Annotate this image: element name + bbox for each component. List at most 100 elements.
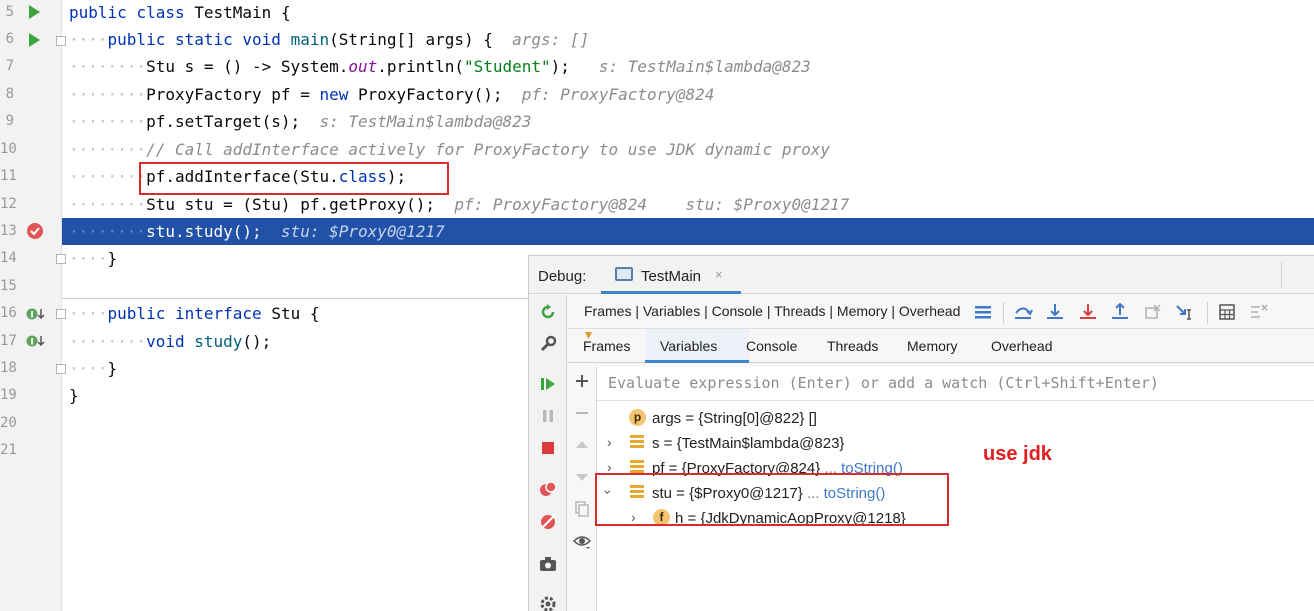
line-number: 20 — [0, 415, 17, 431]
evaluate-icon[interactable] — [1217, 303, 1237, 321]
code-line-9: ········pf.setTarget(s); s: TestMain$lam… — [69, 112, 532, 131]
tab-frames[interactable]: Frames — [583, 338, 630, 354]
highlight-box — [595, 473, 949, 526]
tab-memory[interactable]: Memory — [907, 338, 958, 354]
variable-text: args = {String[0]@822} [] — [652, 410, 817, 427]
debug-header: Debug: TestMain × — [529, 256, 1314, 294]
inline-debug-hint: pf: ProxyFactory@824 — [454, 195, 647, 214]
move-down-icon[interactable] — [573, 468, 591, 486]
step-out-icon[interactable] — [1110, 302, 1130, 321]
drop-frame-icon[interactable] — [1143, 303, 1163, 321]
trace-icon[interactable] — [1249, 303, 1269, 321]
breakpoint-icon[interactable] — [26, 222, 43, 239]
code-line-7: ········Stu s = () -> System.out.println… — [69, 57, 811, 76]
wrench-icon[interactable] — [539, 335, 557, 353]
run-icon[interactable] — [26, 4, 42, 20]
line-number: 21 — [0, 442, 17, 458]
line-number: 5 — [5, 4, 14, 20]
header-divider — [1281, 262, 1282, 288]
console-icon — [615, 267, 633, 281]
line-number: 7 — [5, 58, 14, 74]
step-over-icon[interactable] — [1013, 303, 1033, 321]
annotation-label: use jdk — [983, 443, 1052, 465]
move-up-icon[interactable] — [573, 436, 591, 454]
variable-text: s = {TestMain$lambda@823} — [652, 435, 845, 452]
camera-icon[interactable] — [539, 555, 557, 573]
highlight-box — [139, 162, 449, 195]
field-list-icon — [630, 435, 644, 450]
line-number: 6 — [5, 31, 14, 47]
inline-debug-hint: args: [] — [512, 30, 590, 49]
svg-text:I: I — [30, 311, 33, 321]
tab-threads[interactable]: Threads — [827, 338, 878, 354]
resume-icon[interactable] — [539, 375, 557, 393]
code-line-6: ····public static void main(String[] arg… — [69, 30, 590, 49]
toolbar-tabs-label[interactable]: Frames | Variables | Console | Threads |… — [584, 303, 960, 319]
debug-session-tab[interactable]: TestMain × — [601, 256, 741, 294]
rerun-icon[interactable] — [539, 303, 557, 321]
inline-debug-hint: s: TestMain$lambda@823 — [319, 112, 532, 131]
line-number: 19 — [0, 387, 17, 403]
inline-debug-hint: pf: ProxyFactory@824 — [521, 85, 715, 104]
code-line-14: ····} — [69, 249, 118, 268]
inline-debug-hint: s: TestMain$lambda@823 — [598, 57, 811, 76]
inline-debug-hint: stu: $Proxy0@1217 — [685, 195, 850, 214]
svg-text:I: I — [30, 338, 33, 348]
inline-debug-hint: stu: $Proxy0@1217 — [280, 222, 445, 241]
line-number: 17 — [0, 333, 17, 349]
code-line-17: ········void study(); — [69, 332, 272, 351]
toolbar-separator — [1003, 302, 1004, 324]
code-line-5: public class TestMain { — [69, 3, 291, 22]
stop-icon[interactable] — [539, 439, 557, 457]
debug-left-toolbar — [529, 295, 567, 611]
tab-overhead[interactable]: Overhead — [991, 338, 1052, 354]
implementation-icon[interactable]: I — [26, 333, 45, 349]
implementation-icon[interactable]: I — [26, 306, 45, 322]
code-line-10: ········// Call addInterface actively fo… — [69, 140, 830, 159]
pause-icon[interactable] — [539, 407, 557, 425]
view-breakpoints-icon[interactable] — [539, 480, 557, 498]
run-to-cursor-icon[interactable] — [1175, 303, 1195, 321]
remove-watch-icon[interactable] — [573, 404, 591, 422]
tab-variables[interactable]: Variables — [660, 338, 717, 354]
toolbar-separator — [1207, 302, 1208, 324]
tab-console[interactable]: Console — [746, 338, 797, 354]
debug-toolbar: Frames | Variables | Console | Threads |… — [567, 295, 1314, 329]
pin-icon — [585, 332, 592, 339]
mute-breakpoints-icon[interactable] — [539, 513, 557, 531]
method-separator — [62, 298, 528, 299]
code-line-13: ········stu.study(); stu: $Proxy0@1217 — [69, 222, 445, 241]
line-number: 13 — [0, 223, 17, 239]
evaluate-expression-input[interactable]: Evaluate expression (Enter) or add a wat… — [597, 367, 1314, 401]
evaluate-placeholder: Evaluate expression (Enter) or add a wat… — [608, 374, 1159, 392]
debug-subtabs: Frames Variables Console Threads Memory … — [567, 329, 1314, 363]
add-watch-icon[interactable] — [573, 372, 591, 390]
variable-row-s[interactable]: › s = {TestMain$lambda@823} — [597, 431, 1314, 456]
code-line-12: ········Stu stu = (Stu) pf.getProxy(); p… — [69, 195, 850, 214]
line-number: 14 — [0, 250, 17, 266]
line-number: 10 — [0, 141, 17, 157]
variables-toolbar — [567, 367, 597, 611]
expand-arrow-icon[interactable]: › — [607, 434, 612, 450]
menu-icon[interactable] — [973, 303, 993, 321]
copy-icon[interactable] — [573, 500, 591, 518]
line-number: 12 — [0, 196, 17, 212]
close-icon[interactable]: × — [715, 267, 723, 282]
line-number: 15 — [0, 278, 17, 294]
parameter-icon: p — [629, 409, 646, 426]
code-line-18: ····} — [69, 359, 118, 378]
debug-panel: Debug: TestMain × Frames | Variables | C… — [528, 255, 1314, 611]
line-number: 16 — [0, 305, 17, 321]
line-number: 18 — [0, 360, 17, 376]
step-into-icon[interactable] — [1045, 303, 1065, 321]
run-icon[interactable] — [26, 32, 42, 48]
editor-gutter: 5 6 7 8 9 10 11 12 13 14 15 16 17 18 19 … — [0, 0, 66, 611]
line-number: 11 — [0, 168, 17, 184]
variable-row-args[interactable]: p args = {String[0]@822} [] — [597, 406, 1314, 431]
force-step-into-icon[interactable] — [1078, 303, 1098, 321]
line-number: 9 — [5, 113, 14, 129]
debug-title: Debug: — [538, 268, 587, 285]
settings-icon[interactable] — [539, 595, 557, 611]
eye-icon[interactable] — [572, 532, 592, 550]
debug-session-label: TestMain — [641, 268, 702, 285]
